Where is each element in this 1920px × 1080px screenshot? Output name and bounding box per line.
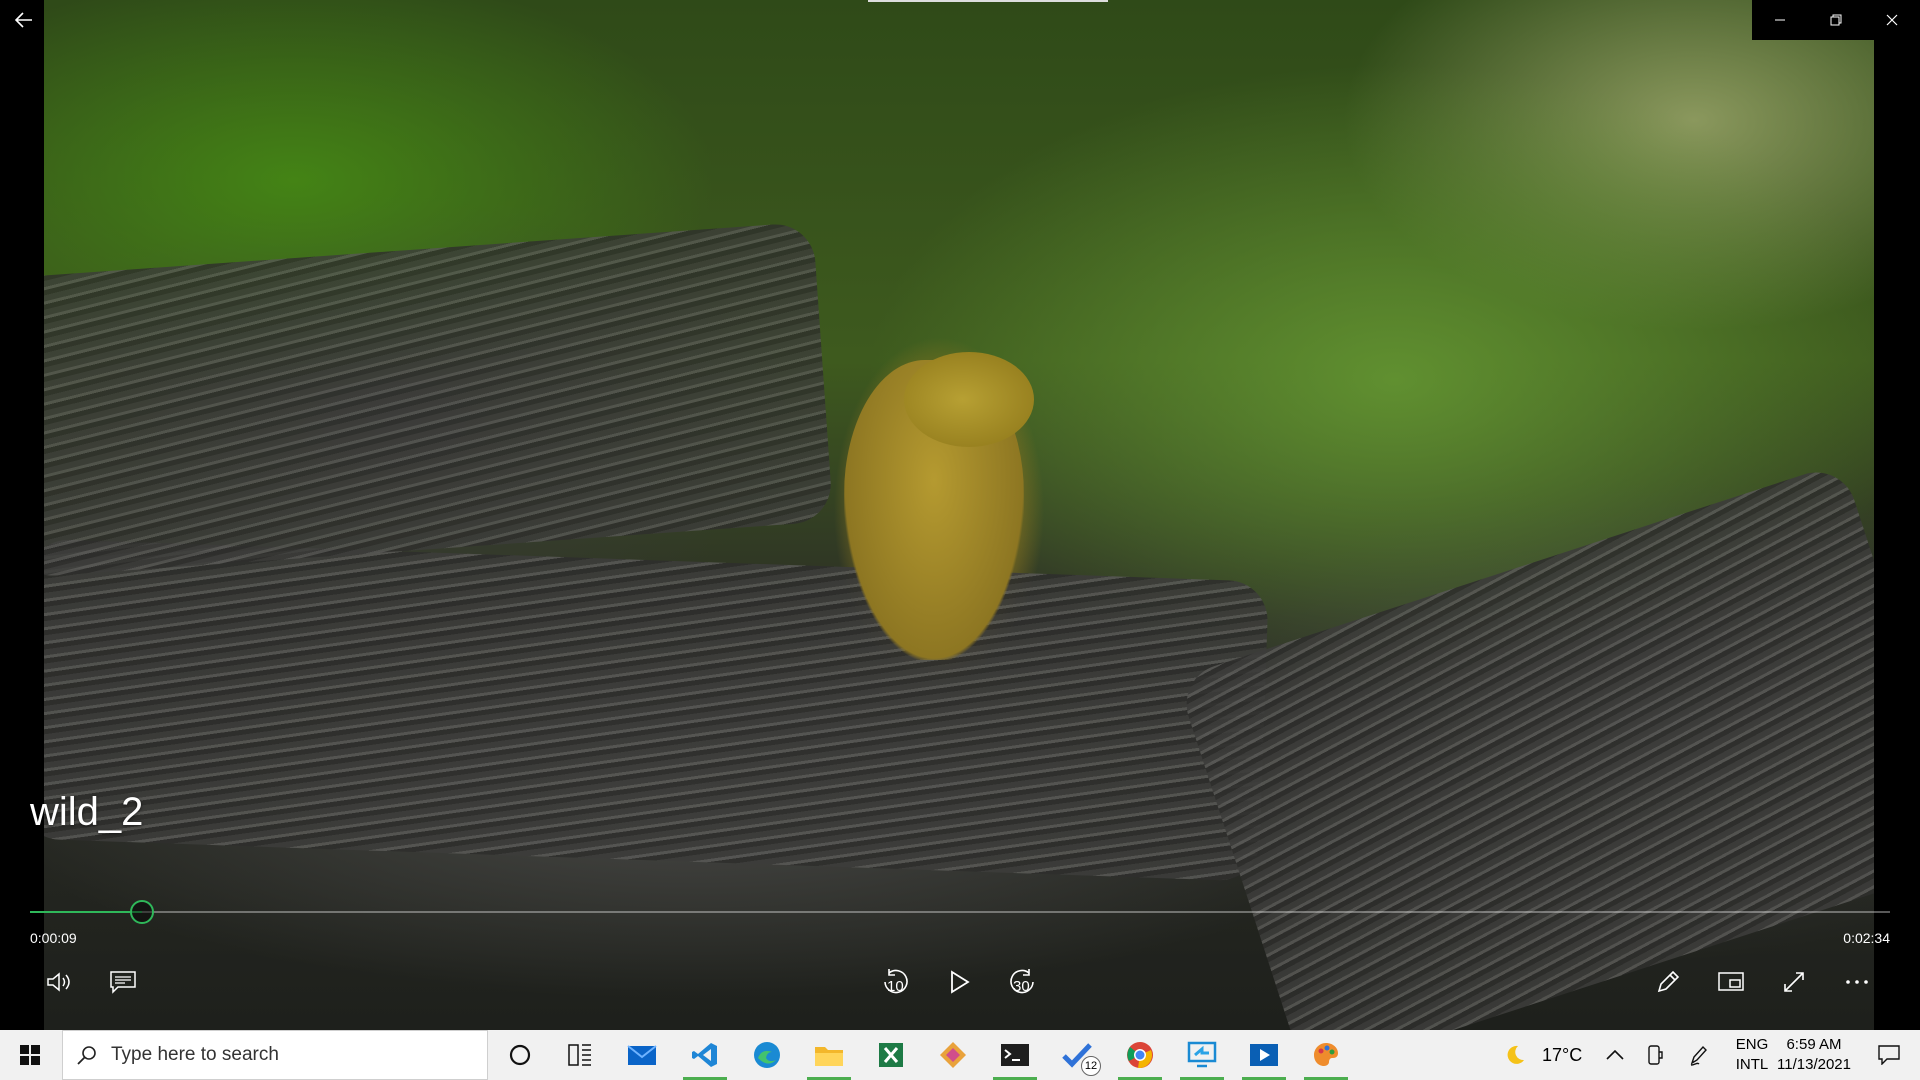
mail-icon <box>627 1045 657 1065</box>
mini-view-button[interactable] <box>1709 960 1753 1004</box>
mongoose-head <box>904 352 1034 447</box>
taskbar-vscode[interactable] <box>675 1030 735 1080</box>
taskbar-terminal[interactable] <box>985 1030 1045 1080</box>
taskbar-app-diamond[interactable] <box>923 1030 983 1080</box>
restore-icon <box>1830 14 1842 26</box>
clock-date: 11/13/2021 <box>1777 1056 1851 1073</box>
task-view-icon <box>568 1044 591 1066</box>
language-primary: ENG <box>1735 1036 1769 1053</box>
meet-now-button[interactable] <box>1638 1030 1672 1080</box>
close-icon <box>1886 14 1898 26</box>
moon-icon <box>1507 1045 1524 1064</box>
file-explorer-icon <box>815 1047 843 1066</box>
notifications-button[interactable] <box>1864 1030 1914 1080</box>
vscode-icon <box>692 1043 717 1067</box>
play-button[interactable] <box>938 960 982 1004</box>
weather-button[interactable] <box>1500 1030 1530 1080</box>
chrome-icon <box>1127 1042 1153 1069</box>
video-title: wild_2 <box>30 790 144 834</box>
taskbar-chrome[interactable] <box>1110 1030 1170 1080</box>
input-language[interactable]: ENG INTL <box>1732 1035 1772 1075</box>
window-controls <box>1752 0 1920 40</box>
skip-forward-label: 30 <box>1013 978 1030 995</box>
cortana-button[interactable] <box>490 1030 550 1080</box>
current-time: 0:00:09 <box>30 930 77 946</box>
play-icon <box>951 970 970 994</box>
total-time: 0:02:34 <box>1843 930 1890 946</box>
task-view-button[interactable] <box>550 1030 610 1080</box>
taskbar-movies-tv[interactable] <box>1234 1030 1294 1080</box>
arrow-left-icon <box>15 12 32 28</box>
captions-icon <box>110 971 136 994</box>
taskbar: Type here to search 12 17°C ENG INTL 6:5… <box>0 1030 1920 1080</box>
fullscreen-button[interactable] <box>1772 960 1816 1004</box>
pen-workspace-button[interactable] <box>1682 1030 1716 1080</box>
minimize-icon <box>1775 19 1785 21</box>
seek-thumb[interactable] <box>130 900 154 924</box>
pen-icon <box>1690 1045 1707 1066</box>
search-icon <box>77 1046 96 1065</box>
taskbar-edge[interactable] <box>737 1030 797 1080</box>
seek-progress <box>30 911 142 913</box>
start-button[interactable] <box>0 1030 60 1080</box>
pencil-icon <box>1657 970 1680 993</box>
app-diamond-icon <box>940 1042 966 1068</box>
clock-time: 6:59 AM <box>1786 1036 1842 1053</box>
skip-back-button[interactable]: 10 <box>874 960 918 1004</box>
log-foreground <box>44 538 1269 882</box>
skip-back-label: 10 <box>887 978 904 995</box>
notification-icon <box>1878 1045 1900 1065</box>
minimize-button[interactable] <box>1752 0 1808 40</box>
remote-desktop-icon <box>1187 1041 1217 1068</box>
taskbar-todo[interactable]: 12 <box>1047 1030 1107 1080</box>
excel-icon <box>879 1043 903 1067</box>
todo-badge: 12 <box>1081 1056 1101 1076</box>
windows-logo-icon <box>20 1045 40 1065</box>
log-back <box>44 221 834 579</box>
weather-temp[interactable]: 17°C <box>1542 1045 1582 1066</box>
chevron-up-icon <box>1606 1050 1624 1060</box>
cortana-icon <box>509 1044 531 1066</box>
more-options-button[interactable] <box>1835 960 1879 1004</box>
mini-view-icon <box>1718 972 1744 991</box>
volume-icon <box>47 972 70 992</box>
restore-button[interactable] <box>1808 0 1864 40</box>
skip-forward-button[interactable]: 30 <box>1000 960 1044 1004</box>
taskbar-remote-desktop[interactable] <box>1172 1030 1232 1080</box>
volume-button[interactable] <box>38 960 82 1004</box>
paint-icon <box>1314 1043 1338 1066</box>
video-frame[interactable] <box>44 0 1874 1030</box>
back-button[interactable] <box>0 0 48 40</box>
search-placeholder: Type here to search <box>111 1044 279 1065</box>
movies-tv-icon <box>1250 1044 1278 1066</box>
seek-bar[interactable] <box>30 900 1890 924</box>
log-right <box>1176 462 1874 1030</box>
edit-button[interactable] <box>1646 960 1690 1004</box>
title-strip <box>868 0 1108 2</box>
taskbar-paint[interactable] <box>1296 1030 1356 1080</box>
show-hidden-icons-button[interactable] <box>1598 1030 1632 1080</box>
taskbar-excel[interactable] <box>861 1030 921 1080</box>
fullscreen-icon <box>1784 972 1804 992</box>
captions-button[interactable] <box>101 960 145 1004</box>
clock[interactable]: 6:59 AM 11/13/2021 <box>1770 1035 1858 1075</box>
close-button[interactable] <box>1864 0 1920 40</box>
device-icon <box>1648 1045 1663 1065</box>
language-secondary: INTL <box>1735 1056 1769 1073</box>
taskbar-mail[interactable] <box>612 1030 672 1080</box>
edge-icon <box>754 1042 780 1068</box>
taskbar-file-explorer[interactable] <box>799 1030 859 1080</box>
terminal-icon <box>1001 1044 1029 1066</box>
more-icon <box>1846 980 1868 984</box>
search-box[interactable]: Type here to search <box>62 1030 488 1080</box>
